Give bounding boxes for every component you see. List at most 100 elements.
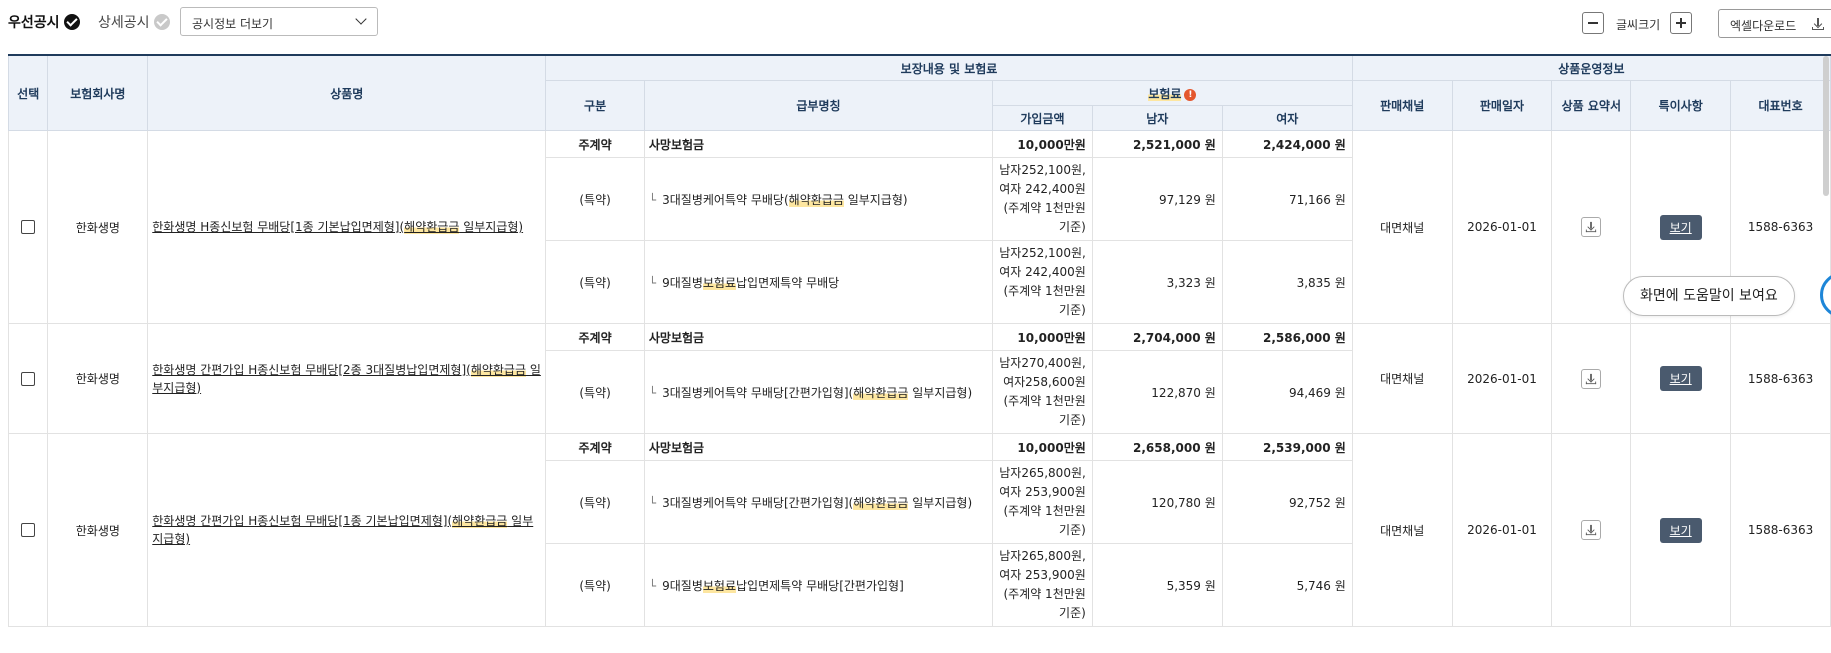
tab-detail-label: 상세공시 <box>98 15 150 31</box>
product-name-highlight: 해약환급금 <box>404 220 460 234</box>
amount-cell: 남자252,100원, 여자 242,400원 (주계약 1천만원기준) <box>992 240 1093 324</box>
benefit-cell: 사망보험금 <box>643 433 994 461</box>
company-cell: 한화생명 <box>47 323 149 434</box>
product-name-highlight: 해약환급금 <box>470 362 527 377</box>
table-row: 한화생명 한화생명 H종신보험 무배당[1종 기본납입면제형](해약환급금 일부… <box>7 130 1831 324</box>
font-size-label: 글씨크기 <box>1616 18 1661 32</box>
female-premium-cell: 2,586,000 원 <box>1221 323 1353 351</box>
warning-icon[interactable]: ! <box>1184 88 1197 101</box>
benefit-cell: └ 3대질병케어특약 무배당[간편가입형](해약환급금 일부지급형) <box>643 350 994 434</box>
benefit-text: 9대질병 <box>662 578 703 593</box>
col-select: 선택 <box>7 54 49 131</box>
amount-cell: 남자265,800원, 여자 253,900원 (주계약 1천만원기준) <box>992 460 1093 544</box>
view-button[interactable]: 보기 <box>1659 517 1702 543</box>
category-cell: 주계약 <box>545 433 645 461</box>
excel-download-button[interactable]: 엑셀다운로드 <box>1718 9 1831 38</box>
branch-icon: └ <box>648 385 657 400</box>
select-cell <box>7 130 49 324</box>
notes-cell: 보기 <box>1630 323 1732 434</box>
view-button[interactable]: 보기 <box>1659 214 1702 240</box>
phone-cell: 1588-6363 <box>1730 433 1831 627</box>
select-checkbox[interactable] <box>21 523 36 538</box>
benefit-highlight: 보험료 <box>702 275 737 290</box>
col-company: 보험회사명 <box>47 54 149 131</box>
benefit-cell: └ 3대질병케어특약 무배당[간편가입형](해약환급금 일부지급형) <box>643 460 994 544</box>
male-premium-cell: 2,704,000 원 <box>1091 323 1223 351</box>
col-notes: 특이사항 <box>1630 80 1732 131</box>
category-cell: (특약) <box>545 240 645 324</box>
benefit-text: 3대질병케어특약 무배당( <box>662 192 789 207</box>
disclosure-more-dropdown[interactable]: 공시정보 더보기 <box>180 7 378 36</box>
col-channel: 판매채널 <box>1351 80 1453 131</box>
chevron-down-icon <box>355 13 367 25</box>
category-cell: (특약) <box>545 543 645 627</box>
female-premium-cell: 5,746 원 <box>1221 543 1353 627</box>
check-circle-icon <box>63 14 80 30</box>
product-name-link[interactable]: 한화생명 간편가입 H종신보험 무배당[1종 기본납입면제형](해약환급금 일부… <box>147 433 547 627</box>
col-amount: 가입금액 <box>992 105 1093 131</box>
product-name-text: 한화생명 H종신보험 무배당[1종 기본납입면제형]( <box>152 220 405 234</box>
col-phone: 대표번호 <box>1730 80 1831 131</box>
summary-download-button[interactable] <box>1581 520 1602 540</box>
female-premium-cell: 92,752 원 <box>1221 460 1353 544</box>
amount-cell: 10,000만원 <box>992 433 1093 461</box>
select-cell <box>7 433 49 627</box>
amount-cell: 남자252,100원, 여자 242,400원 (주계약 1천만원기준) <box>992 157 1093 241</box>
vertical-scrollbar[interactable] <box>1823 56 1829 196</box>
col-benefit: 급부명칭 <box>643 80 994 131</box>
view-button[interactable]: 보기 <box>1659 366 1702 391</box>
benefit-highlight: 해약환급금 <box>853 495 909 510</box>
branch-icon: └ <box>648 578 657 593</box>
help-tooltip: 화면에 도움말이 보여요 <box>1623 276 1795 316</box>
sale-date-cell: 2026-01-01 <box>1451 130 1553 324</box>
category-cell: 주계약 <box>545 323 645 351</box>
benefit-text: 3대질병케어특약 무배당[간편가입형]( <box>662 495 854 510</box>
male-premium-cell: 3,323 원 <box>1091 240 1223 324</box>
benefit-text: 납입면제특약 무배당 <box>736 275 840 290</box>
product-name-highlight: 해약환급금 <box>452 514 508 528</box>
download-icon <box>1585 524 1597 536</box>
channel-cell: 대면채널 <box>1351 130 1453 324</box>
premium-header-label: 보험료 <box>1148 86 1182 101</box>
col-female: 여자 <box>1221 105 1353 131</box>
product-name-link[interactable]: 한화생명 간편가입 H종신보험 무배당[2종 3대질병납입면제형](해약환급금 … <box>147 323 547 434</box>
col-sale-date: 판매일자 <box>1451 80 1553 131</box>
male-premium-cell: 5,359 원 <box>1091 543 1223 627</box>
tab-priority-disclosure[interactable]: 우선공시 <box>8 12 80 32</box>
select-checkbox[interactable] <box>21 371 36 386</box>
tab-priority-label: 우선공시 <box>8 15 60 31</box>
summary-download-button[interactable] <box>1581 217 1602 237</box>
col-category: 구분 <box>545 80 645 131</box>
benefit-cell: └ 3대질병케어특약 무배당(해약환급금 일부지급형) <box>643 157 994 241</box>
col-summary: 상품 요약서 <box>1551 80 1632 131</box>
product-name-text: 일부지급형) <box>459 220 524 234</box>
category-cell: (특약) <box>545 460 645 544</box>
female-premium-cell: 71,166 원 <box>1221 157 1353 241</box>
company-cell: 한화생명 <box>47 130 149 324</box>
amount-cell: 10,000만원 <box>992 130 1093 158</box>
select-checkbox[interactable] <box>21 220 36 235</box>
product-name-link[interactable]: 한화생명 H종신보험 무배당[1종 기본납입면제형](해약환급금 일부지급형) <box>147 130 547 324</box>
phone-cell: 1588-6363 <box>1730 323 1831 434</box>
benefit-cell: └ 9대질병보험료납입면제특약 무배당[간편가입형] <box>643 543 994 627</box>
col-group-coverage: 보장내용 및 보험료 <box>545 54 1353 81</box>
excel-download-label: 엑셀다운로드 <box>1730 19 1797 33</box>
summary-cell <box>1551 323 1632 434</box>
tab-detail-disclosure[interactable]: 상세공시 <box>98 12 170 32</box>
sale-date-cell: 2026-01-01 <box>1451 323 1553 434</box>
col-group-ops: 상품운영정보 <box>1351 54 1831 81</box>
summary-cell <box>1551 433 1632 627</box>
font-size-decrease-button[interactable] <box>1582 12 1604 34</box>
male-premium-cell: 2,658,000 원 <box>1091 433 1223 461</box>
table-row: 한화생명 한화생명 간편가입 H종신보험 무배당[2종 3대질병납입면제형](해… <box>7 323 1831 434</box>
product-name-text: 한화생명 간편가입 H종신보험 무배당[2종 3대질병납입면제형]( <box>152 362 471 377</box>
benefit-cell: └ 9대질병보험료납입면제특약 무배당 <box>643 240 994 324</box>
male-premium-cell: 122,870 원 <box>1091 350 1223 434</box>
product-table: 선택 보험회사명 상품명 보장내용 및 보험료 상품운영정보 구분 급부명칭 보… <box>7 54 1831 627</box>
channel-cell: 대면채널 <box>1351 323 1453 434</box>
female-premium-cell: 94,469 원 <box>1221 350 1353 434</box>
font-size-increase-button[interactable] <box>1670 12 1692 34</box>
select-cell <box>7 323 49 434</box>
summary-download-button[interactable] <box>1581 368 1602 389</box>
benefit-text: 3대질병케어특약 무배당[간편가입형]( <box>662 385 854 400</box>
